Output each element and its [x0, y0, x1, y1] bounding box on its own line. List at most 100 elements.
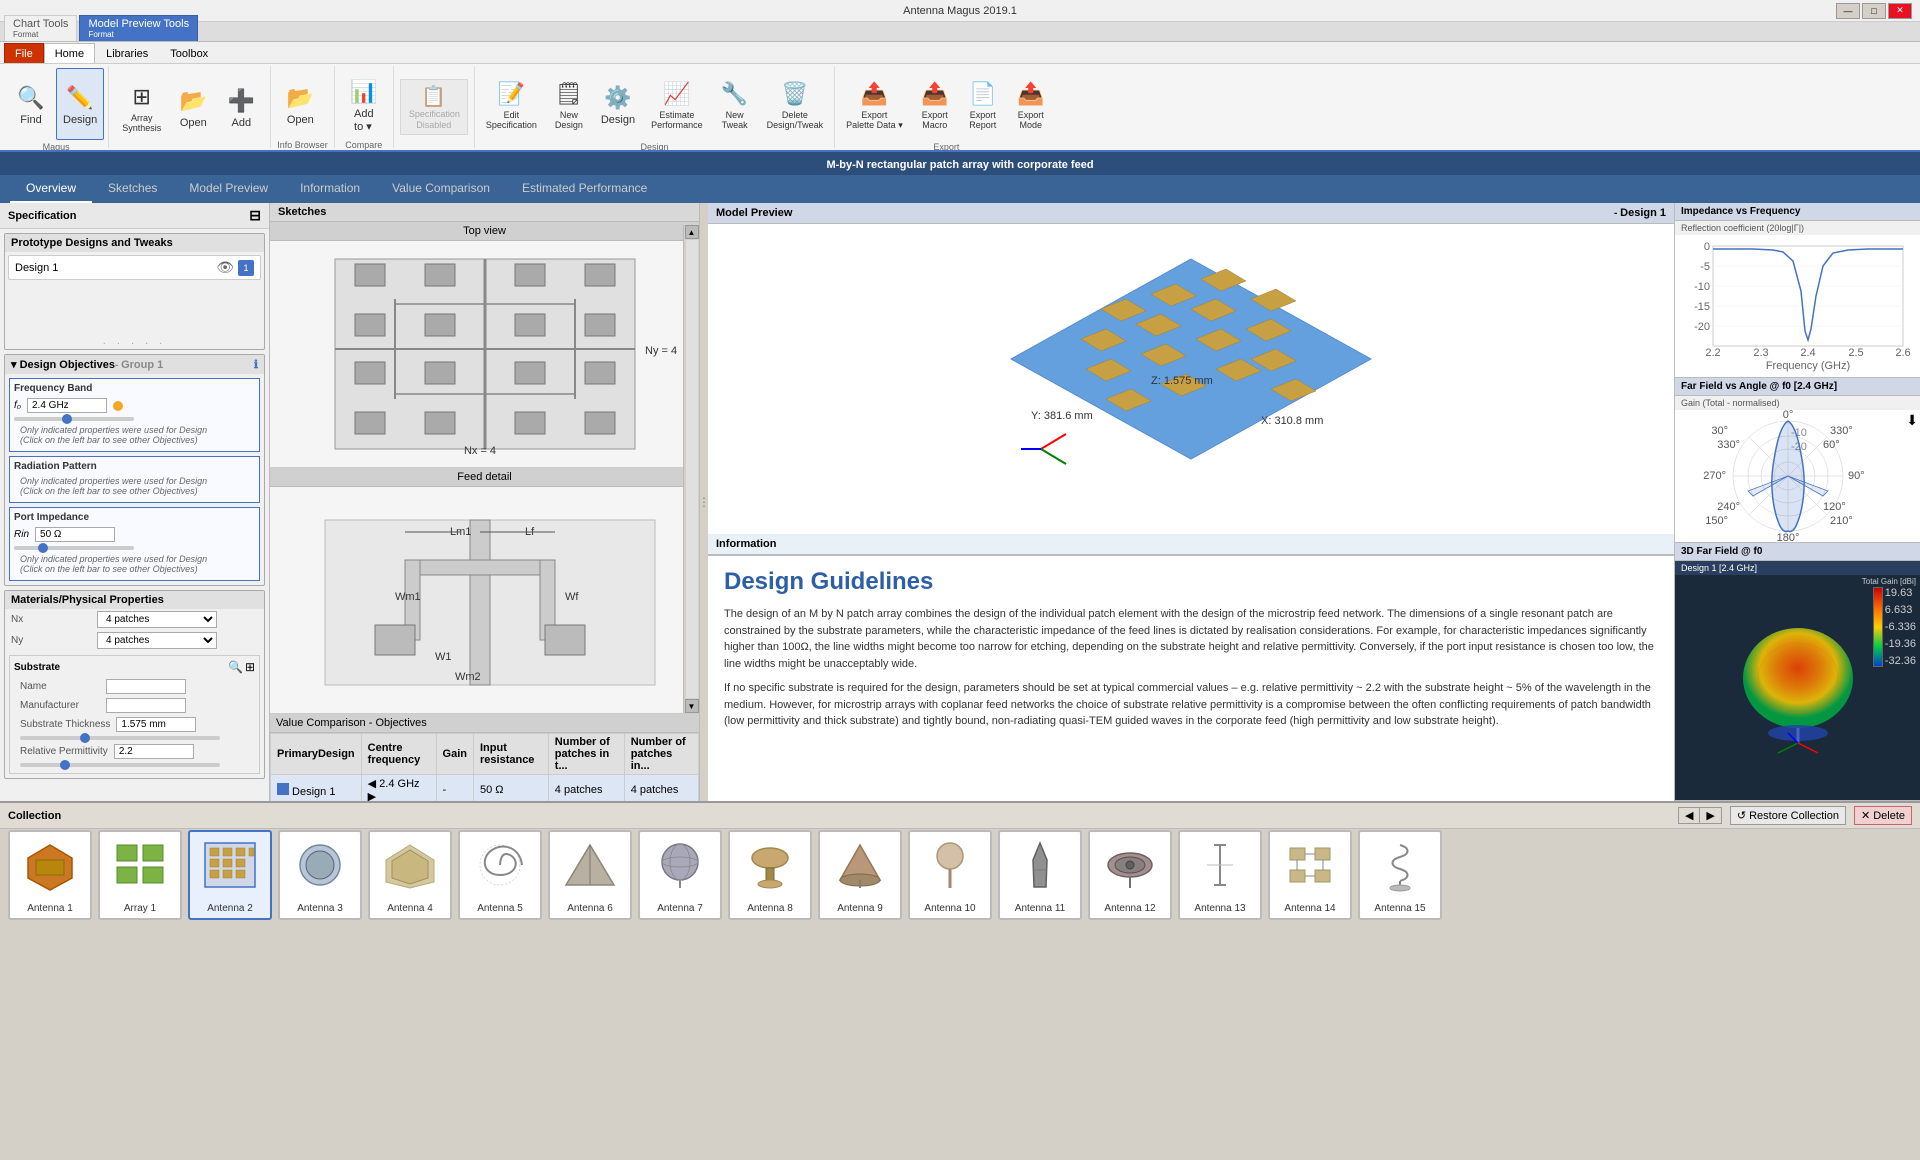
- tab-model-preview[interactable]: Model Preview: [173, 175, 284, 203]
- color-scale: Total Gain [dBi] 19.63 6.633 -6.336 -19.…: [1862, 577, 1916, 667]
- design-button[interactable]: ✏️ Design: [56, 68, 104, 140]
- info-open-button[interactable]: 📂 Open: [277, 68, 323, 140]
- delete-collection-button[interactable]: ✕ Delete: [1854, 806, 1912, 825]
- collection-next[interactable]: ▶: [1700, 808, 1720, 823]
- export-report-button[interactable]: 📄 ExportReport: [960, 68, 1006, 140]
- substrate-manufacturer-input[interactable]: [106, 698, 186, 713]
- info-para-2: If no specific substrate is required for…: [724, 680, 1658, 730]
- objectives-section: ▾ Design Objectives - Group 1 ℹ Frequenc…: [4, 354, 265, 586]
- sketch-scrollbar[interactable]: ▲ ▼: [683, 225, 699, 713]
- permittivity-slider[interactable]: [20, 763, 220, 767]
- tab-sketches[interactable]: Sketches: [92, 175, 173, 203]
- antenna-item-array1[interactable]: Array 1: [98, 830, 182, 920]
- rin-slider[interactable]: [14, 546, 134, 550]
- svg-text:Wm1: Wm1: [395, 591, 421, 603]
- app-header: M-by-N rectangular patch array with corp…: [0, 152, 1920, 175]
- freq-slider[interactable]: [14, 417, 134, 421]
- materials-section: Materials/Physical Properties Nx 4 patch…: [4, 590, 265, 779]
- close-button[interactable]: ✕: [1888, 3, 1912, 19]
- info-content[interactable]: Design Guidelines The design of an M by …: [708, 555, 1674, 801]
- rin-input[interactable]: [35, 527, 115, 542]
- restore-collection-button[interactable]: ↺ Restore Collection: [1730, 806, 1846, 825]
- spec-scroll[interactable]: Prototype Designs and Tweaks Design 1 👁 …: [0, 229, 269, 801]
- add-button[interactable]: ➕ Add: [218, 71, 264, 143]
- antenna-item-2[interactable]: Antenna 2: [188, 830, 272, 920]
- open-button[interactable]: 📂 Open: [170, 71, 216, 143]
- tab-value-comparison[interactable]: Value Comparison: [376, 175, 506, 203]
- antenna-item-10[interactable]: Antenna 10: [908, 830, 992, 920]
- permittivity-input[interactable]: [114, 744, 194, 759]
- tab-estimated-performance[interactable]: Estimated Performance: [506, 175, 663, 203]
- add-to-button[interactable]: 📊 Addto ▾: [341, 68, 387, 140]
- tab-home[interactable]: Home: [44, 43, 95, 63]
- eye-icon[interactable]: 👁: [216, 259, 234, 276]
- svg-text:Z: 1.575 mm: Z: 1.575 mm: [1151, 375, 1213, 387]
- collection-prev[interactable]: ◀: [1679, 808, 1700, 823]
- minimize-button[interactable]: —: [1836, 3, 1860, 19]
- substrate-box: Substrate 🔍 ⊞ Name Manufacturer: [9, 655, 260, 774]
- tab-libraries[interactable]: Libraries: [95, 43, 159, 63]
- tab-file[interactable]: File: [4, 43, 44, 63]
- tab-overview[interactable]: Overview: [10, 175, 92, 203]
- antenna-item-15[interactable]: Antenna 15: [1358, 830, 1442, 920]
- antenna-item-4[interactable]: Antenna 4: [368, 830, 452, 920]
- thickness-slider[interactable]: [20, 736, 220, 740]
- materials-header: Materials/Physical Properties: [5, 591, 264, 609]
- table-row: Design 1 ◀ 2.4 GHz ▶ - 50 Ω 4 patches 4 …: [271, 775, 699, 802]
- svg-text:0°: 0°: [1782, 410, 1793, 421]
- antenna-item-9[interactable]: Antenna 9: [818, 830, 902, 920]
- substrate-add-icon[interactable]: ⊞: [245, 660, 255, 674]
- color-gradient: [1873, 587, 1883, 667]
- delete-design-button[interactable]: 🗑️ DeleteDesign/Tweak: [760, 68, 831, 140]
- specification-disabled-button[interactable]: 📋 SpecificationDisabled: [400, 79, 468, 136]
- ny-row: Ny 4 patches: [5, 630, 264, 651]
- svg-text:2.4: 2.4: [1800, 347, 1815, 359]
- svg-text:30°: 30°: [1711, 425, 1728, 437]
- antenna-item-3[interactable]: Antenna 3: [278, 830, 362, 920]
- export-macro-button[interactable]: 📤 ExportMacro: [912, 68, 958, 140]
- antenna-item-1[interactable]: Antenna 1: [8, 830, 92, 920]
- new-design-button[interactable]: 🗒 NewDesign: [546, 68, 592, 140]
- svg-text:60°: 60°: [1823, 439, 1840, 451]
- estimate-performance-button[interactable]: 📈 EstimatePerformance: [644, 68, 710, 140]
- ny-select[interactable]: 4 patches: [97, 632, 217, 649]
- antenna-item-7[interactable]: Antenna 7: [638, 830, 722, 920]
- far-field-subtitle: Gain (Total - normalised): [1675, 396, 1920, 410]
- maximize-button[interactable]: □: [1862, 3, 1886, 19]
- export-mode-button[interactable]: 📤 ExportMode: [1008, 68, 1054, 140]
- design-1-item[interactable]: Design 1 👁 1: [8, 255, 261, 280]
- export-palette-button[interactable]: 📤 ExportPalette Data ▾: [839, 68, 910, 140]
- download-icon[interactable]: ⬇: [1906, 412, 1918, 429]
- objectives-info-icon[interactable]: ℹ: [254, 358, 258, 371]
- top-view-section: Top view: [270, 222, 699, 468]
- radiation-hint: Only indicated properties were used for …: [14, 474, 255, 498]
- svg-text:150°: 150°: [1705, 515, 1728, 527]
- specification-disabled-label: SpecificationDisabled: [409, 109, 459, 131]
- info-para-1: The design of an M by N patch array comb…: [724, 606, 1658, 672]
- design-action-button[interactable]: ⚙️ Design: [594, 68, 642, 140]
- thickness-input[interactable]: [116, 717, 196, 732]
- window-controls[interactable]: — □ ✕: [1836, 3, 1912, 19]
- antenna-item-13[interactable]: Antenna 13: [1178, 830, 1262, 920]
- substrate-name-input[interactable]: [106, 679, 186, 694]
- dots-indicator: . . . . .: [5, 333, 264, 349]
- frequency-input[interactable]: [27, 398, 107, 413]
- find-button[interactable]: 🔍 Find: [8, 68, 54, 140]
- antenna-item-12[interactable]: Antenna 12: [1088, 830, 1172, 920]
- array-synthesis-button[interactable]: ⊞ ArraySynthesis: [115, 71, 168, 143]
- model-preview-tools-tab[interactable]: Model Preview Tools Format: [79, 15, 198, 41]
- collection-nav[interactable]: ◀ ▶: [1678, 807, 1722, 824]
- substrate-search-icon[interactable]: 🔍: [228, 660, 243, 674]
- tab-toolbox[interactable]: Toolbox: [159, 43, 219, 63]
- antenna-item-5[interactable]: Antenna 5: [458, 830, 542, 920]
- center-divider: ⋮: [700, 203, 708, 801]
- antenna-item-11[interactable]: Antenna 11: [998, 830, 1082, 920]
- chart-tools-tab[interactable]: Chart Tools Format: [4, 15, 77, 41]
- antenna-item-14[interactable]: Antenna 14: [1268, 830, 1352, 920]
- antenna-item-8[interactable]: Antenna 8: [728, 830, 812, 920]
- antenna-item-6[interactable]: Antenna 6: [548, 830, 632, 920]
- tab-information[interactable]: Information: [284, 175, 376, 203]
- edit-specification-button[interactable]: 📝 EditSpecification: [479, 68, 544, 140]
- nx-select[interactable]: 4 patches: [97, 611, 217, 628]
- new-tweak-button[interactable]: 🔧 NewTweak: [712, 68, 758, 140]
